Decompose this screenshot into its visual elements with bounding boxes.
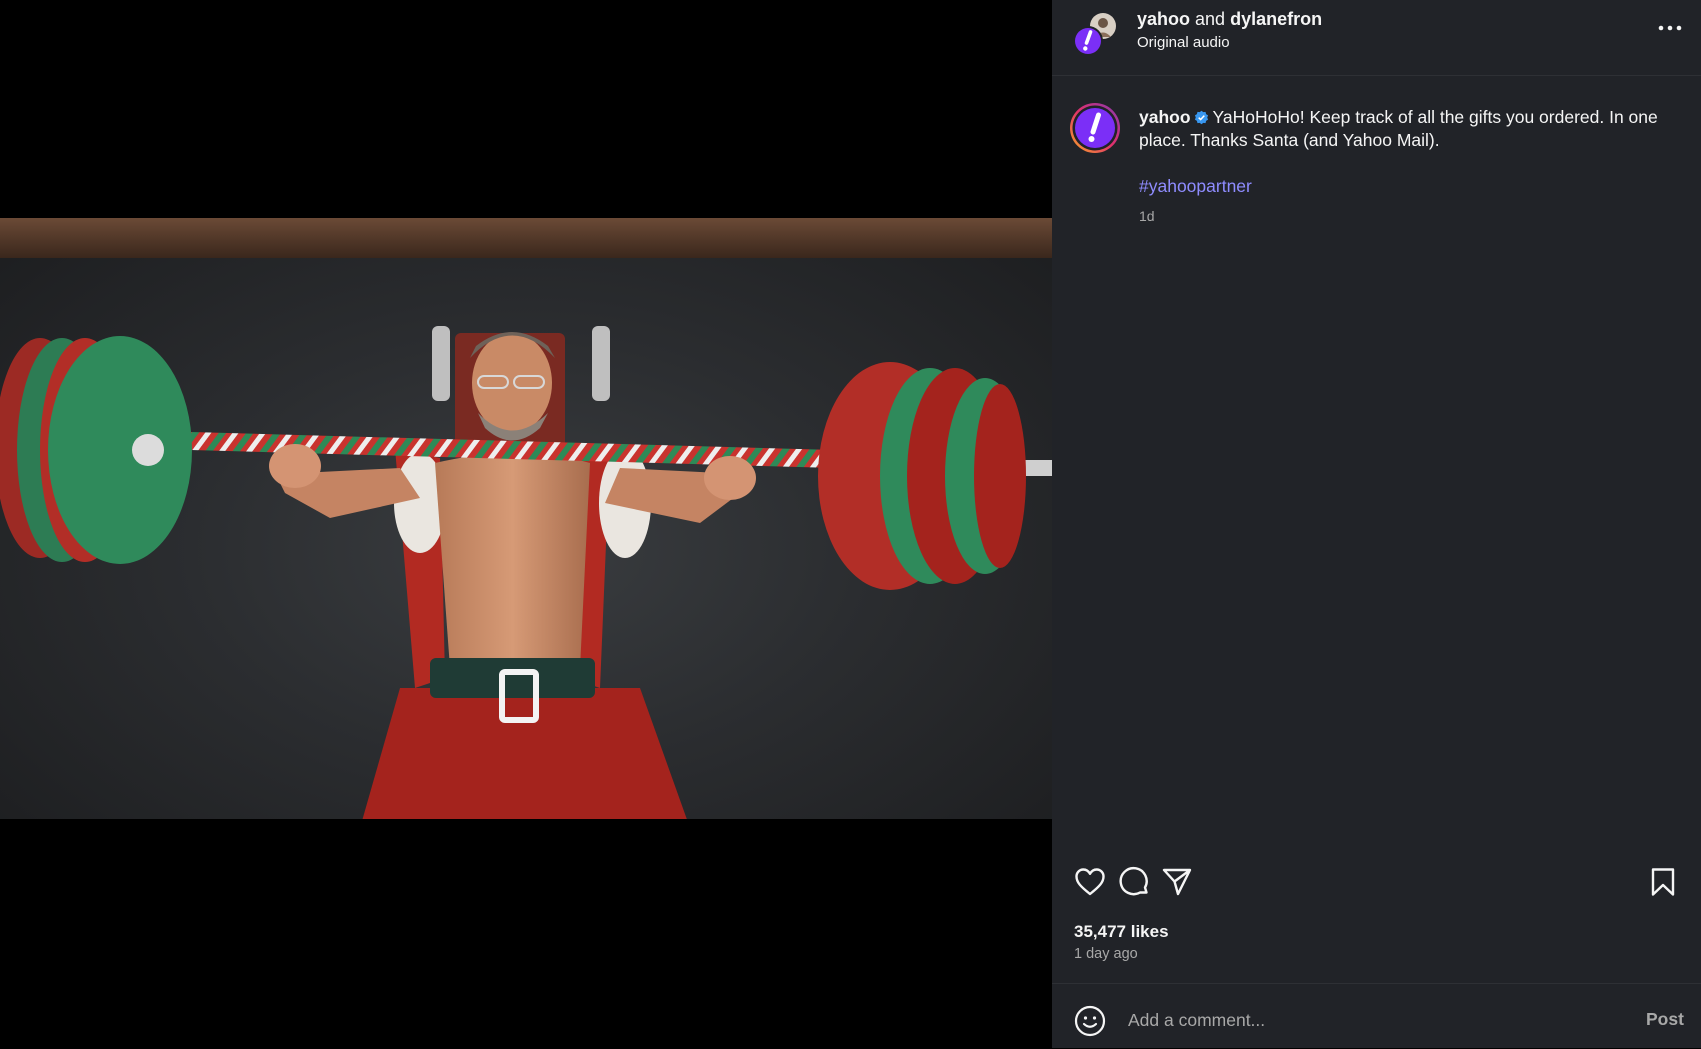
post-date: 1 day ago [1074,946,1138,962]
caption-text-block: yahoo YaHoHoHo! Keep track of all the gif… [1139,106,1679,152]
bookmark-icon [1651,868,1675,896]
video-player[interactable] [0,218,1052,819]
comment-button[interactable] [1116,864,1152,900]
share-button[interactable] [1159,864,1195,900]
likes-count[interactable]: 35,477 likes [1074,922,1169,942]
yahoo-avatar[interactable] [1069,102,1121,154]
post-comment-button[interactable]: Post [1646,1009,1684,1030]
action-bar [1052,862,1701,906]
caption-body: YaHoHoHo! Keep track of all the gifts yo… [1139,107,1658,150]
audio-link[interactable]: Original audio [1137,34,1230,51]
post-header: yahoo and dylanefron Original audio [1052,0,1701,76]
heart-icon [1075,868,1105,896]
caption-timestamp: 1d [1139,208,1155,224]
more-options-button[interactable] [1654,16,1686,40]
media-pane [0,0,1052,1048]
post-authors: yahoo and dylanefron [1137,9,1322,30]
emoji-icon[interactable] [1073,1004,1107,1038]
post-panel: yahoo and dylanefron Original audio yaho… [1052,0,1701,1048]
save-button[interactable] [1645,864,1681,900]
verified-badge-icon [1194,110,1208,125]
authors-joiner: and [1195,9,1226,29]
comment-input[interactable] [1126,1002,1570,1038]
comment-bar: Post [1052,983,1701,1049]
author-link-yahoo[interactable]: yahoo [1137,9,1190,29]
like-button[interactable] [1072,864,1108,900]
more-horizontal-icon [1658,25,1682,31]
video-frame [0,218,1052,819]
comment-icon [1119,866,1148,896]
hashtag-link[interactable]: #yahoopartner [1139,176,1252,197]
caption-username[interactable]: yahoo [1139,107,1191,127]
author-link-dylanefron[interactable]: dylanefron [1230,9,1322,29]
share-icon [1162,868,1192,896]
collab-avatar[interactable] [1071,10,1119,58]
